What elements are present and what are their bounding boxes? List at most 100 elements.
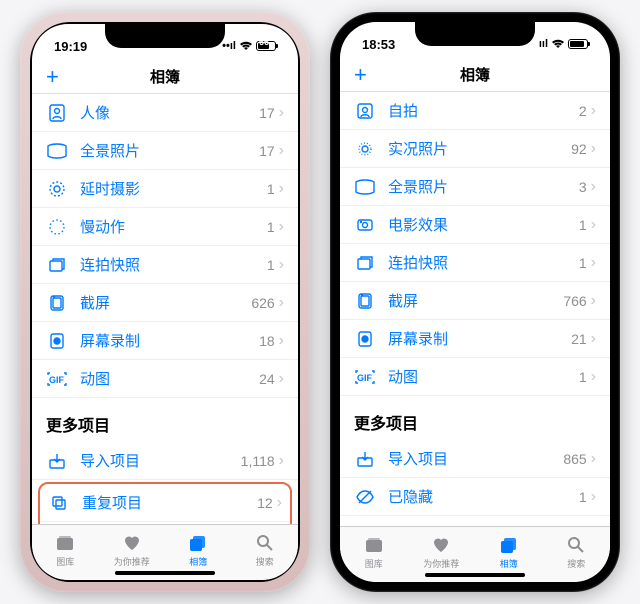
- tab-label: 相簿: [189, 555, 207, 568]
- pano-icon: [46, 140, 68, 162]
- album-row-pano[interactable]: 全景照片 3 ›: [340, 168, 610, 206]
- pano-icon: [354, 176, 376, 198]
- album-label: 延时摄影: [80, 178, 267, 199]
- album-row-screenrec[interactable]: 屏幕录制 21 ›: [340, 320, 610, 358]
- album-label: 最近删除: [388, 524, 579, 526]
- svg-text:GIF: GIF: [49, 375, 65, 385]
- album-row-selfie[interactable]: 自拍 2 ›: [340, 92, 610, 130]
- status-time: 19:19: [54, 39, 87, 54]
- tab-albums[interactable]: 相簿: [475, 527, 543, 576]
- tab-label: 为你推荐: [423, 557, 459, 570]
- tab-library[interactable]: 图库: [32, 525, 99, 574]
- album-label: 屏幕录制: [388, 328, 571, 349]
- album-count: 18: [259, 333, 275, 349]
- chevron-right-icon: ›: [591, 292, 596, 310]
- album-label: 全景照片: [388, 176, 579, 197]
- album-row-pano[interactable]: 全景照片 17 ›: [32, 132, 298, 170]
- status-time: 18:53: [362, 37, 395, 52]
- nav-bar: + 相簿: [32, 60, 298, 94]
- album-count: 17: [259, 143, 275, 159]
- album-label: 导入项目: [80, 450, 241, 471]
- notch: [415, 22, 535, 46]
- album-label: 电影效果: [388, 214, 579, 235]
- screenshot-icon: [46, 292, 68, 314]
- chevron-right-icon: ›: [279, 218, 284, 236]
- album-count: 1: [579, 217, 587, 233]
- tab-library[interactable]: 图库: [340, 527, 408, 576]
- album-row-hidden[interactable]: 已隐藏 ›: [40, 522, 290, 524]
- import-icon: [46, 450, 68, 472]
- chevron-right-icon: ›: [591, 254, 596, 272]
- album-row-screenshot[interactable]: 截屏 626 ›: [32, 284, 298, 322]
- gif-icon: GIF: [46, 368, 68, 390]
- album-row-duplicate[interactable]: 重复项目 12 ›: [40, 484, 290, 522]
- tab-label: 图库: [365, 557, 383, 570]
- album-row-import[interactable]: 导入项目 865 ›: [340, 440, 610, 478]
- chevron-right-icon: ›: [279, 294, 284, 312]
- tab-label: 搜索: [567, 557, 585, 570]
- album-row-screenrec[interactable]: 屏幕录制 18 ›: [32, 322, 298, 360]
- album-row-trash[interactable]: 最近删除 5 ›: [340, 516, 610, 526]
- album-row-hidden[interactable]: 已隐藏 1 ›: [340, 478, 610, 516]
- foryou-icon: [122, 532, 142, 554]
- chevron-right-icon: ›: [591, 488, 596, 506]
- album-row-portrait[interactable]: 人像 17 ›: [32, 94, 298, 132]
- add-button[interactable]: +: [354, 62, 367, 88]
- tab-foryou[interactable]: 为你推荐: [408, 527, 476, 576]
- chevron-right-icon: ›: [279, 332, 284, 350]
- album-row-gif[interactable]: GIF 动图 24 ›: [32, 360, 298, 398]
- home-indicator[interactable]: [425, 573, 525, 577]
- tab-albums[interactable]: 相簿: [165, 525, 232, 574]
- library-icon: [363, 534, 385, 556]
- chevron-right-icon: ›: [279, 142, 284, 160]
- album-count: 24: [259, 371, 275, 387]
- timelapse-icon: [46, 178, 68, 200]
- album-label: 人像: [80, 102, 259, 123]
- tab-foryou[interactable]: 为你推荐: [99, 525, 166, 574]
- screenrec-icon: [354, 328, 376, 350]
- album-list[interactable]: 人像 17 › 全景照片 17 › 延时摄影 1 › 慢动作 1 › 连拍快照 …: [32, 94, 298, 524]
- search-icon: [255, 532, 275, 554]
- album-count: 92: [571, 141, 587, 157]
- duplicate-icon: [48, 492, 70, 514]
- album-count: 1: [579, 489, 587, 505]
- portrait-icon: [46, 102, 68, 124]
- screenshot-icon: [354, 290, 376, 312]
- album-count: 21: [571, 331, 587, 347]
- album-row-import[interactable]: 导入项目 1,118 ›: [32, 442, 298, 480]
- library-icon: [54, 532, 76, 554]
- album-row-burst[interactable]: 连拍快照 1 ›: [340, 244, 610, 282]
- tab-search[interactable]: 搜索: [543, 527, 611, 576]
- album-row-gif[interactable]: GIF 动图 1 ›: [340, 358, 610, 396]
- album-row-slomo[interactable]: 慢动作 1 ›: [32, 208, 298, 246]
- nav-bar: + 相簿: [340, 58, 610, 92]
- gif-icon: GIF: [354, 366, 376, 388]
- album-label: 截屏: [80, 292, 251, 313]
- chevron-right-icon: ›: [279, 256, 284, 274]
- tab-search[interactable]: 搜索: [232, 525, 299, 574]
- status-indicators: ••ıl 66: [222, 40, 276, 52]
- album-count: 17: [259, 105, 275, 121]
- album-row-burst[interactable]: 连拍快照 1 ›: [32, 246, 298, 284]
- foryou-icon: [431, 534, 451, 556]
- chevron-right-icon: ›: [591, 368, 596, 386]
- album-count: 865: [563, 451, 586, 467]
- album-count: 626: [251, 295, 274, 311]
- album-list[interactable]: 自拍 2 › 实况照片 92 › 全景照片 3 › 电影效果 1 › 连拍快照 …: [340, 92, 610, 526]
- album-row-screenshot[interactable]: 截屏 766 ›: [340, 282, 610, 320]
- tab-label: 搜索: [256, 555, 274, 568]
- album-label: 慢动作: [80, 216, 267, 237]
- cinematic-icon: [354, 214, 376, 236]
- album-row-timelapse[interactable]: 延时摄影 1 ›: [32, 170, 298, 208]
- add-button[interactable]: +: [46, 64, 59, 90]
- wifi-icon: [551, 39, 565, 49]
- album-count: 1: [267, 181, 275, 197]
- album-row-cinematic[interactable]: 电影效果 1 ›: [340, 206, 610, 244]
- home-indicator[interactable]: [115, 571, 215, 575]
- album-count: 2: [579, 103, 587, 119]
- tab-label: 图库: [56, 555, 74, 568]
- chevron-right-icon: ›: [279, 452, 284, 470]
- screen-right: 18:53 ııl + 相簿 自拍 2 › 实况照片 92 › 全景照片 3 ›: [340, 22, 610, 582]
- album-label: 已隐藏: [388, 486, 579, 507]
- album-row-live[interactable]: 实况照片 92 ›: [340, 130, 610, 168]
